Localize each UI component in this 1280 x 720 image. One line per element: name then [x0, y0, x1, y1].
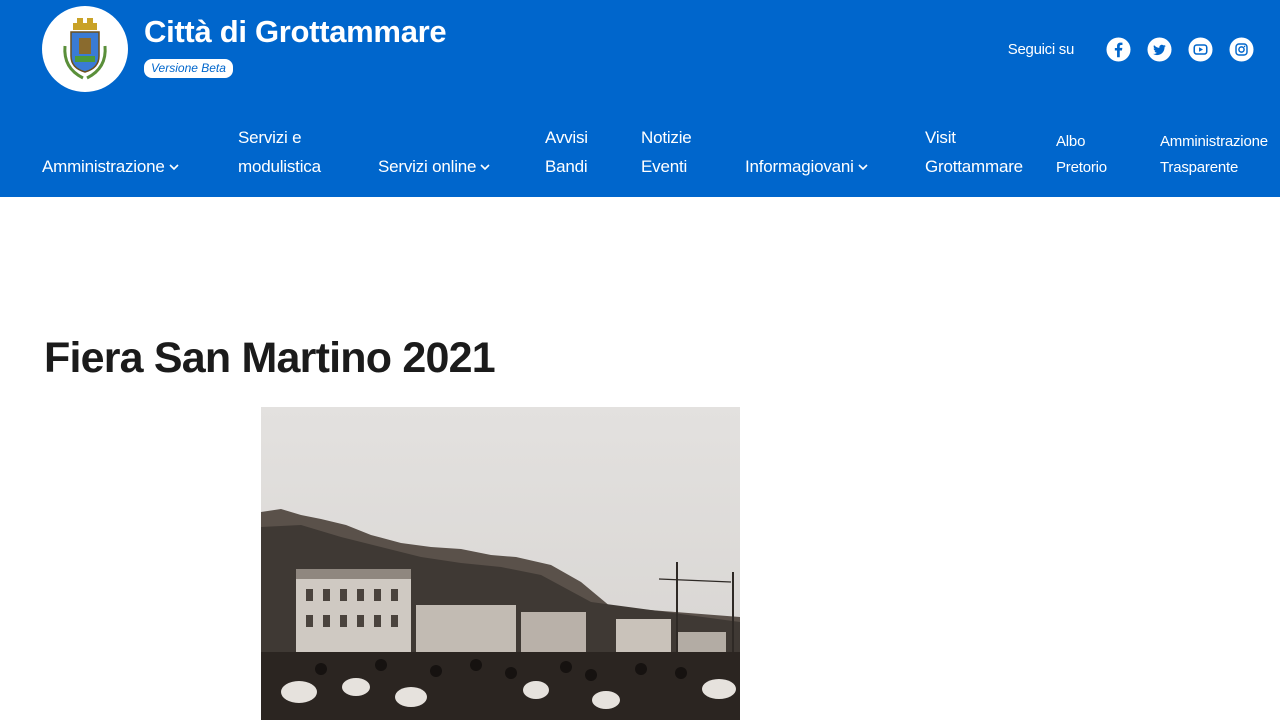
- beta-badge: Versione Beta: [144, 59, 233, 78]
- nav-label: Servizi online: [378, 157, 477, 176]
- nav-label: modulistica: [238, 157, 321, 176]
- nav-notizie-eventi[interactable]: Notizie Eventi: [641, 123, 692, 181]
- instagram-icon[interactable]: [1228, 36, 1254, 62]
- facebook-icon[interactable]: [1105, 36, 1131, 62]
- main-navigation: Amministrazione Servizi e modulistica Se…: [0, 115, 1280, 197]
- nav-label: Bandi: [545, 157, 588, 176]
- site-title[interactable]: Città di Grottammare: [144, 14, 447, 50]
- nav-albo-pretorio[interactable]: Albo Pretorio: [1056, 129, 1107, 181]
- nav-label: Avvisi: [545, 128, 588, 147]
- nav-label: Visit: [925, 128, 956, 147]
- city-logo[interactable]: [42, 6, 128, 92]
- nav-amministrazione-trasparente[interactable]: Amministrazione Trasparente: [1160, 129, 1268, 181]
- nav-label: Pretorio: [1056, 159, 1107, 176]
- historic-photo-image: [261, 407, 740, 720]
- nav-label: Informagiovani: [745, 157, 854, 176]
- chevron-down-icon: [858, 164, 868, 171]
- nav-servizi-modulistica[interactable]: Servizi e modulistica: [238, 123, 321, 181]
- nav-avvisi-bandi[interactable]: Avvisi Bandi: [545, 123, 588, 181]
- chevron-down-icon: [169, 164, 179, 171]
- nav-label: Servizi e: [238, 128, 302, 147]
- nav-label: Eventi: [641, 157, 688, 176]
- nav-amministrazione[interactable]: Amministrazione: [42, 152, 179, 181]
- coat-of-arms-icon: [63, 18, 107, 80]
- twitter-icon[interactable]: [1146, 36, 1172, 62]
- nav-label: Notizie: [641, 128, 692, 147]
- nav-label: Amministrazione: [42, 157, 165, 176]
- event-photo: [261, 407, 740, 720]
- page-title: Fiera San Martino 2021: [44, 334, 496, 382]
- youtube-icon[interactable]: [1187, 36, 1213, 62]
- chevron-down-icon: [480, 164, 490, 171]
- nav-label: Albo: [1056, 133, 1086, 150]
- nav-visit-grottammare[interactable]: Visit Grottammare: [925, 123, 1023, 181]
- nav-label: Trasparente: [1160, 159, 1239, 176]
- social-links: Seguici su: [1008, 36, 1254, 62]
- nav-informagiovani[interactable]: Informagiovani: [745, 152, 868, 181]
- nav-servizi-online[interactable]: Servizi online: [378, 152, 490, 181]
- site-header: Città di Grottammare Versione Beta Segui…: [0, 0, 1280, 197]
- social-label: Seguici su: [1007, 40, 1075, 58]
- nav-label: Grottammare: [925, 157, 1023, 176]
- nav-label: Amministrazione: [1160, 133, 1268, 150]
